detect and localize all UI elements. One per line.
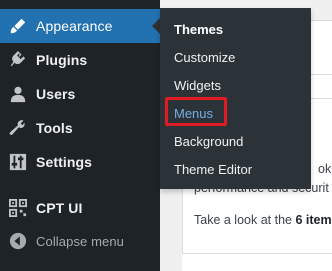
sidebar-item-label: CPT UI bbox=[36, 200, 83, 216]
sidebar-item-label: Tools bbox=[36, 120, 73, 136]
sidebar-item-plugins[interactable]: Plugins bbox=[0, 43, 160, 77]
sidebar-item-tools[interactable]: Tools bbox=[0, 111, 160, 145]
sidebar-item-appearance[interactable]: Appearance bbox=[0, 9, 160, 43]
flyout-pointer bbox=[152, 18, 160, 34]
panel-text-item-count: 6 item bbox=[295, 213, 332, 227]
panel-footer bbox=[182, 253, 332, 271]
menus-highlight-box bbox=[165, 97, 227, 126]
submenu-item-theme-editor[interactable]: Theme Editor bbox=[174, 160, 252, 180]
sidebar-item-label: Settings bbox=[36, 154, 93, 170]
panel-text-fragment: ok bbox=[318, 162, 332, 176]
sidebar-item-users[interactable]: Users bbox=[0, 77, 160, 111]
panel-divider bbox=[311, 74, 332, 75]
collapse-menu-label: Collapse menu bbox=[36, 233, 125, 249]
plug-icon bbox=[10, 51, 26, 67]
submenu-item-customize[interactable]: Customize bbox=[174, 48, 235, 68]
submenu-item-themes[interactable]: Themes bbox=[174, 20, 223, 40]
wrench-icon bbox=[9, 120, 25, 135]
collapse-menu-button[interactable]: Collapse menu bbox=[0, 224, 160, 258]
panel-text-take-look: Take a look at the bbox=[194, 213, 296, 227]
collapse-arrow-icon bbox=[9, 232, 27, 250]
sidebar-item-label: Users bbox=[36, 86, 76, 102]
sidebar-item-settings[interactable]: Settings bbox=[0, 145, 160, 179]
sidebar-item-cpt-ui[interactable]: CPT UI bbox=[0, 191, 160, 225]
sliders-icon bbox=[9, 153, 27, 171]
sidebar-item-label: Plugins bbox=[36, 52, 88, 68]
sidebar-item-label: Appearance bbox=[36, 18, 113, 34]
submenu-item-widgets[interactable]: Widgets bbox=[174, 76, 221, 96]
qr-grid-icon bbox=[9, 199, 27, 217]
wp-admin-screen: ok performance and securit Take a look a… bbox=[0, 0, 332, 271]
user-icon bbox=[10, 86, 26, 103]
paintbrush-icon bbox=[10, 18, 26, 34]
panel-divider bbox=[311, 98, 332, 99]
submenu-item-background[interactable]: Background bbox=[174, 132, 243, 152]
admin-sidebar: Appearance Plugins Users Tools Settings … bbox=[0, 0, 160, 271]
panel-text-items: Take a look at the 6 item bbox=[194, 213, 332, 227]
